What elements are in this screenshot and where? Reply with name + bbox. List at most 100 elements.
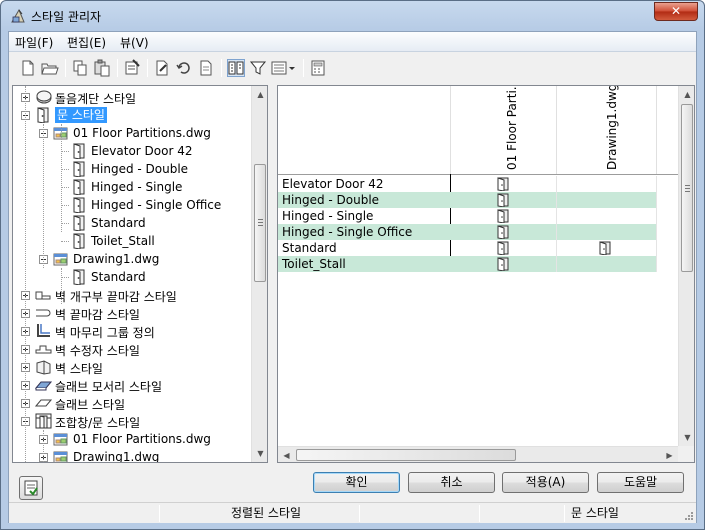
menu-file[interactable]: 파일(F)	[15, 34, 53, 51]
tree-item[interactable]: 조합창/문 스타일	[13, 412, 251, 430]
tree-item-label: 벽 스타일	[55, 362, 103, 376]
toolbar-separator	[117, 59, 118, 77]
style-in-use-door-icon[interactable]	[497, 257, 509, 272]
tree-item-label: Standard	[91, 216, 146, 230]
scroll-down-arrow-icon[interactable]: ▼	[679, 429, 694, 446]
tree-item[interactable]: 문 스타일	[13, 106, 251, 124]
edit-style-button[interactable]	[153, 59, 171, 77]
style-manager-window: 스타일 관리자 ✕ 파일(F) 편집(E) 뷰(V) 돌음계단 스타일 문 스타…	[0, 0, 705, 530]
panel-splitter[interactable]	[269, 85, 277, 463]
tree-item[interactable]: 벽 스타일	[13, 358, 251, 376]
slab-edge-icon	[34, 377, 53, 393]
grid-row[interactable]: Hinged - Single Office	[278, 224, 657, 240]
grid-row[interactable]: Standard	[278, 240, 657, 256]
tree-item[interactable]: Drawing1.dwg	[13, 448, 251, 462]
open-drawing-button[interactable]	[41, 59, 59, 77]
tree-item[interactable]: 벽 마무리 그룹 정의	[13, 322, 251, 340]
tree-item[interactable]: Hinged - Double	[13, 160, 251, 178]
grid-row[interactable]: Hinged - Double	[278, 192, 657, 208]
tree-item[interactable]: 벽 개구부 끝마감 스타일	[13, 286, 251, 304]
apply-button[interactable]: 적용(A)	[502, 472, 589, 493]
help-button[interactable]: 도움말	[597, 472, 684, 493]
tree-item-label: 문 스타일	[55, 107, 107, 123]
tree-item[interactable]: 돌음계단 스타일	[13, 88, 251, 106]
column-header-drawing1[interactable]: Drawing1.dwg	[560, 86, 650, 170]
toggle-view-icon	[228, 61, 244, 75]
tree-item-label: Drawing1.dwg	[73, 450, 160, 462]
grid-row[interactable]: Toilet_Stall	[278, 256, 657, 272]
style-usage-grid[interactable]: 01 Floor Parti... Drawing1.dwg Elevator …	[278, 86, 678, 446]
tree-item[interactable]: Standard	[13, 214, 251, 232]
properties-button[interactable]	[197, 59, 215, 77]
tree-item[interactable]: Elevator Door 42	[13, 142, 251, 160]
tree-item-label: Hinged - Double	[91, 162, 189, 176]
style-in-use-door-icon[interactable]	[599, 241, 611, 256]
grid-vertical-scrollbar[interactable]: ▲ ▼	[678, 86, 694, 446]
ok-button[interactable]: 확인	[313, 472, 400, 493]
style-in-use-door-icon[interactable]	[497, 193, 509, 208]
style-usage-grid-panel[interactable]: 01 Floor Parti... Drawing1.dwg Elevator …	[277, 85, 695, 463]
new-file-icon	[22, 60, 34, 76]
filter-style-button[interactable]	[249, 59, 267, 77]
toggle-preview-button[interactable]	[19, 476, 43, 500]
scroll-up-arrow-icon[interactable]: ▲	[252, 86, 267, 103]
tree-item[interactable]: Drawing1.dwg	[13, 250, 251, 268]
cancel-button[interactable]: 취소	[408, 472, 495, 493]
tree-item[interactable]: 슬래브 모서리 스타일	[13, 376, 251, 394]
resize-grip-icon[interactable]	[682, 509, 694, 521]
tree-item[interactable]: Toilet_Stall	[13, 232, 251, 250]
tree-item-label: 슬래브 스타일	[55, 398, 126, 412]
grid-row[interactable]: Elevator Door 42	[278, 176, 657, 192]
status-bar: 정렬된 스타일 문 스타일	[9, 502, 696, 523]
tree-item[interactable]: Standard	[13, 268, 251, 286]
tree-item-label: Elevator Door 42	[91, 144, 193, 158]
style-tree[interactable]: 돌음계단 스타일 문 스타일 01 Floor Partitions.dwg Elev…	[13, 86, 251, 462]
tree-item[interactable]: 01 Floor Partitions.dwg	[13, 124, 251, 142]
style-in-use-door-icon[interactable]	[497, 241, 509, 256]
style-manager-settings-button[interactable]	[309, 59, 327, 77]
style-in-use-door-icon[interactable]	[497, 177, 509, 192]
set-from-button[interactable]	[175, 59, 193, 77]
tree-scroll-thumb[interactable]	[254, 164, 266, 282]
style-tree-panel[interactable]: 돌음계단 스타일 문 스타일 01 Floor Partitions.dwg Elev…	[12, 85, 268, 463]
status-sort-label: 정렬된 스타일	[231, 506, 302, 520]
grid-row[interactable]: Hinged - Single	[278, 208, 657, 224]
scroll-right-arrow-icon[interactable]: ▶	[661, 447, 678, 462]
style-in-use-door-icon[interactable]	[497, 225, 509, 240]
menu-edit[interactable]: 편집(E)	[67, 34, 106, 51]
scroll-up-arrow-icon[interactable]: ▲	[679, 86, 694, 103]
calculator-icon	[311, 60, 325, 76]
title-bar[interactable]: 스타일 관리자 ✕	[1, 1, 704, 31]
tree-vertical-scrollbar[interactable]: ▲ ▼	[251, 86, 267, 462]
grid-scroll-thumb[interactable]	[681, 104, 693, 272]
grid-row-style-name: Elevator Door 42	[282, 177, 384, 191]
tree-item[interactable]: 벽 수정자 스타일	[13, 340, 251, 358]
tree-item[interactable]: Hinged - Single	[13, 178, 251, 196]
door-icon	[71, 161, 88, 178]
tree-item[interactable]: 벽 끝마감 스타일	[13, 304, 251, 322]
column-header-01-floor-partitions[interactable]: 01 Floor Parti...	[460, 86, 550, 170]
door-icon	[35, 107, 52, 124]
scroll-left-arrow-icon[interactable]: ◀	[278, 447, 295, 462]
toggle-view-button[interactable]	[227, 59, 245, 77]
copy-button[interactable]	[71, 59, 89, 77]
style-in-use-door-icon[interactable]	[497, 209, 509, 224]
tree-item[interactable]: Hinged - Single Office	[13, 196, 251, 214]
tree-item[interactable]: 01 Floor Partitions.dwg	[13, 430, 251, 448]
purge-styles-button[interactable]	[123, 59, 141, 77]
view-options-dropdown[interactable]	[271, 59, 297, 77]
tree-item-label: Standard	[91, 270, 146, 284]
window-title: 스타일 관리자	[31, 10, 102, 24]
grid-row-style-name: Toilet_Stall	[282, 257, 346, 271]
drawing-file-icon	[53, 449, 70, 462]
grid-hscroll-thumb[interactable]	[296, 449, 516, 461]
list-view-icon	[271, 61, 295, 75]
grid-horizontal-scrollbar[interactable]: ◀ ▶	[278, 446, 678, 462]
toolbar	[9, 53, 696, 83]
close-button[interactable]: ✕	[654, 2, 698, 21]
menu-view[interactable]: 뷰(V)	[120, 34, 149, 51]
paste-button[interactable]	[93, 59, 111, 77]
scroll-down-arrow-icon[interactable]: ▼	[252, 445, 267, 462]
tree-item[interactable]: 슬래브 스타일	[13, 394, 251, 412]
new-drawing-button[interactable]	[19, 59, 37, 77]
